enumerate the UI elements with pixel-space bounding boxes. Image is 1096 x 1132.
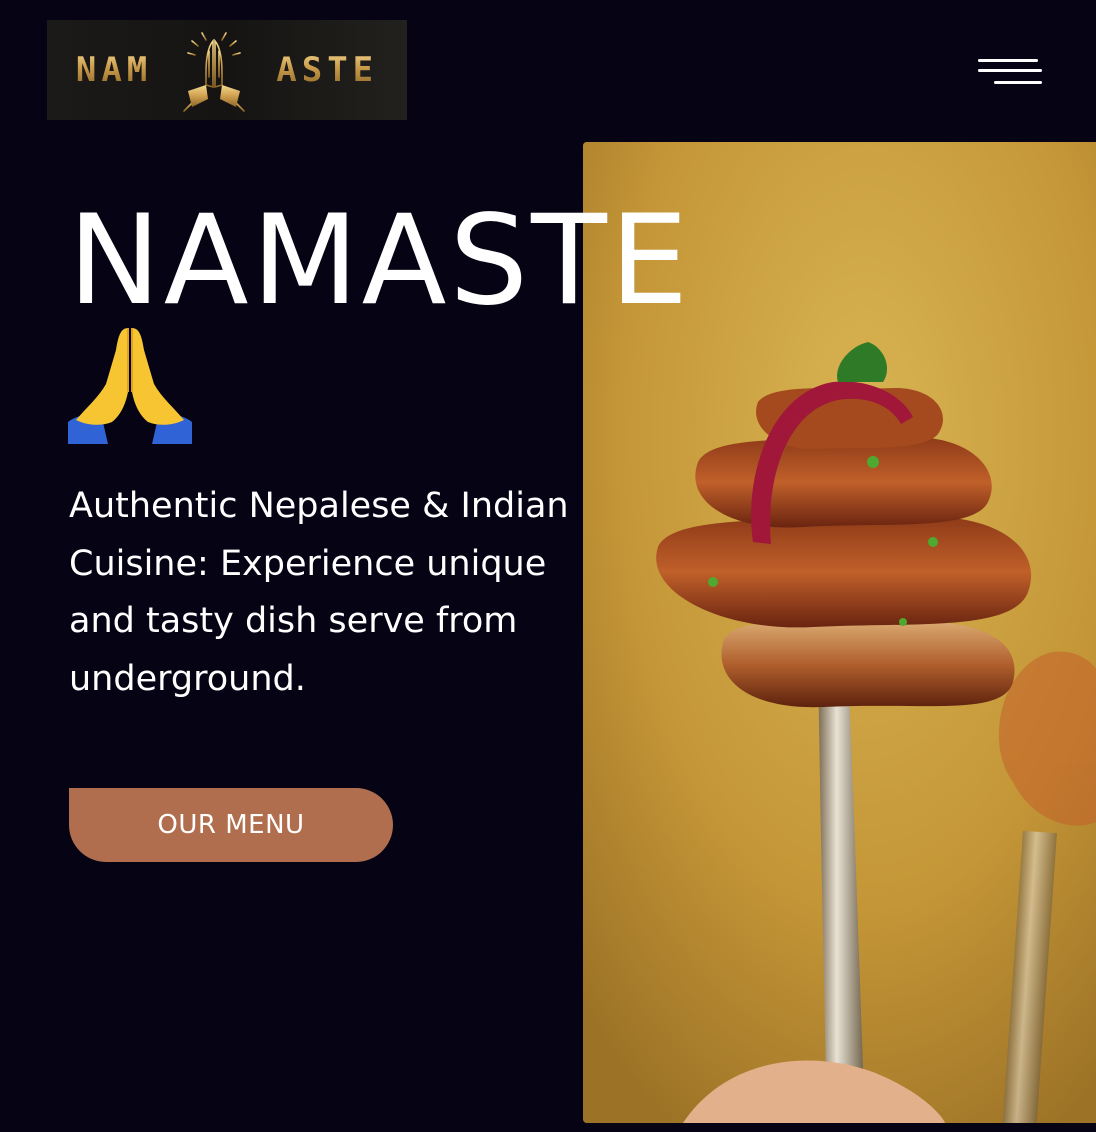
praying-hands-emoji — [68, 328, 192, 444]
hamburger-menu-icon[interactable] — [976, 56, 1044, 90]
hero-tagline: Authentic Nepalese & Indian Cuisine: Exp… — [69, 486, 569, 699]
hamburger-line — [978, 69, 1042, 72]
our-menu-button[interactable]: OUR MENU — [69, 788, 393, 862]
hero-title: NAMASTE — [68, 189, 692, 333]
page: NAM ASTE NAMASTE Authentic Nepalese & In… — [0, 0, 1096, 1132]
logo-text-right: ASTE — [276, 50, 379, 90]
praying-hands-icon — [183, 28, 246, 112]
logo-text-left: NAM — [75, 50, 153, 90]
hamburger-line — [994, 81, 1042, 84]
site-logo[interactable]: NAM ASTE — [47, 20, 407, 120]
hamburger-line — [978, 59, 1038, 62]
